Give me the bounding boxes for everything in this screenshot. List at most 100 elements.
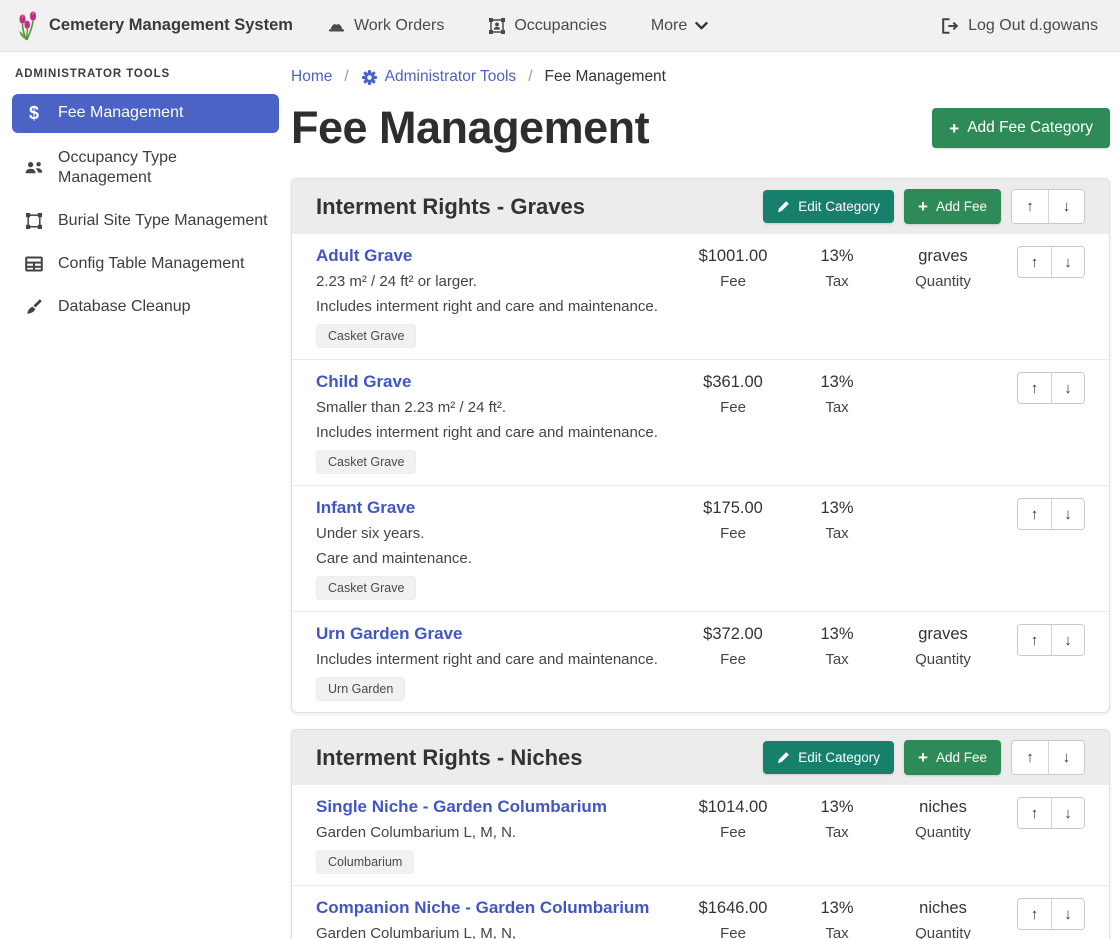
fee-type-badge: Casket Grave — [316, 450, 416, 474]
move-down-button[interactable]: ↓ — [1048, 190, 1084, 223]
page-title: Fee Management — [291, 102, 649, 154]
breadcrumb: Home / Administrator Tool — [291, 68, 1110, 86]
move-up-button[interactable]: ↑ — [1018, 899, 1051, 929]
move-up-button[interactable]: ↑ — [1018, 499, 1051, 529]
fee-tax-col: 13%Tax — [787, 498, 887, 542]
fee-reorder-group: ↑ ↓ — [1017, 498, 1085, 530]
logout-label: Log Out d.gowans — [968, 17, 1098, 35]
fee-amount-col: $1014.00Fee — [679, 797, 787, 841]
nav-occupancies[interactable]: Occupancies — [488, 17, 607, 35]
top-navbar: Cemetery Management System Work Orders O… — [0, 0, 1120, 52]
move-down-button[interactable]: ↓ — [1051, 625, 1084, 655]
nav-more-label: More — [651, 17, 687, 35]
pencil-icon — [777, 751, 790, 764]
move-up-button[interactable]: ↑ — [1018, 625, 1051, 655]
broom-icon — [25, 298, 43, 316]
fee-name-link[interactable]: Child Grave — [316, 372, 411, 392]
sidebar-item-label: Occupancy Type Management — [58, 148, 269, 188]
category-title: Interment Rights - Graves — [316, 194, 585, 220]
move-down-button[interactable]: ↓ — [1051, 373, 1084, 403]
fee-name-link[interactable]: Single Niche - Garden Columbarium — [316, 797, 607, 817]
logout-icon — [940, 17, 959, 35]
move-up-button[interactable]: ↑ — [1018, 798, 1051, 828]
fee-reorder-group: ↑ ↓ — [1017, 898, 1085, 930]
fee-type-badge: Urn Garden — [316, 677, 405, 701]
fee-tax-col: 13%Tax — [787, 624, 887, 668]
fee-description: Includes interment right and care and ma… — [316, 650, 679, 669]
fee-category-card-graves: Interment Rights - Graves Edit Category … — [291, 178, 1110, 713]
fee-amount-col: $361.00Fee — [679, 372, 787, 416]
fee-name-link[interactable]: Adult Grave — [316, 246, 412, 266]
sidebar-item-burial-site-type[interactable]: Burial Site Type Management — [12, 203, 279, 239]
dollar-icon: $ — [29, 102, 39, 125]
app-title: Cemetery Management System — [49, 16, 293, 35]
add-fee-button[interactable]: + Add Fee — [904, 189, 1001, 224]
breadcrumb-admin-label: Administrator Tools — [385, 68, 517, 86]
fee-row-child-grave: Child Grave Smaller than 2.23 m² / 24 ft… — [292, 359, 1109, 485]
sidebar-item-label: Database Cleanup — [58, 297, 269, 317]
move-up-button[interactable]: ↑ — [1012, 741, 1048, 774]
nav-more-dropdown[interactable]: More — [651, 17, 708, 35]
breadcrumb-home-link[interactable]: Home — [291, 68, 332, 86]
move-down-button[interactable]: ↓ — [1051, 798, 1084, 828]
nav-work-orders-label: Work Orders — [354, 17, 444, 35]
move-up-button[interactable]: ↑ — [1018, 373, 1051, 403]
gear-icon — [361, 69, 378, 86]
fee-description: Includes interment right and care and ma… — [316, 423, 679, 442]
add-fee-category-button[interactable]: + Add Fee Category — [932, 108, 1110, 148]
move-down-button[interactable]: ↓ — [1048, 741, 1084, 774]
sidebar-item-config-table[interactable]: Config Table Management — [12, 246, 279, 282]
plus-icon: + — [918, 198, 928, 215]
main-content: Home / Administrator Tool — [291, 52, 1120, 939]
sidebar-heading: ADMINISTRATOR TOOLS — [15, 68, 277, 80]
fee-amount-col: $372.00Fee — [679, 624, 787, 668]
fee-type-badge: Columbarium — [316, 850, 414, 874]
fee-tax-col: 13%Tax — [787, 246, 887, 290]
fee-name-link[interactable]: Infant Grave — [316, 498, 415, 518]
fee-quantity-col: gravesQuantity — [887, 246, 999, 290]
fee-reorder-group: ↑ ↓ — [1017, 797, 1085, 829]
move-down-button[interactable]: ↓ — [1051, 247, 1084, 277]
move-up-button[interactable]: ↑ — [1018, 247, 1051, 277]
add-fee-button[interactable]: + Add Fee — [904, 740, 1001, 775]
fee-row-single-niche: Single Niche - Garden Columbarium Garden… — [292, 785, 1109, 885]
move-down-button[interactable]: ↓ — [1051, 899, 1084, 929]
vector-square-icon — [25, 212, 43, 230]
logout-button[interactable]: Log Out d.gowans — [940, 17, 1098, 35]
nav-occupancies-label: Occupancies — [514, 17, 607, 35]
sidebar-item-fee-management[interactable]: $ Fee Management — [12, 94, 279, 133]
people-icon — [24, 160, 44, 176]
table-icon — [25, 256, 43, 272]
admin-tools-sidebar: ADMINISTRATOR TOOLS $ Fee Management Occ… — [0, 52, 291, 332]
breadcrumb-admin-tools-link[interactable]: Administrator Tools — [361, 68, 517, 86]
fee-reorder-group: ↑ ↓ — [1017, 624, 1085, 656]
fee-tax-col: 13%Tax — [787, 372, 887, 416]
category-reorder-group: ↑ ↓ — [1011, 189, 1085, 224]
fee-reorder-group: ↑ ↓ — [1017, 246, 1085, 278]
fee-description: Care and maintenance. — [316, 549, 679, 568]
fee-category-card-niches: Interment Rights - Niches Edit Category … — [291, 729, 1110, 939]
chevron-down-icon — [695, 21, 708, 31]
fee-quantity-col: nichesQuantity — [887, 797, 999, 841]
sidebar-item-database-cleanup[interactable]: Database Cleanup — [12, 289, 279, 325]
hard-hat-icon — [327, 17, 346, 35]
sidebar-item-label: Config Table Management — [58, 254, 269, 274]
sidebar-item-label: Fee Management — [58, 103, 269, 123]
sidebar-item-occupancy-type[interactable]: Occupancy Type Management — [12, 140, 279, 196]
move-down-button[interactable]: ↓ — [1051, 499, 1084, 529]
fee-row-infant-grave: Infant Grave Under six years. Care and m… — [292, 485, 1109, 611]
edit-category-button[interactable]: Edit Category — [763, 741, 894, 774]
category-header: Interment Rights - Niches Edit Category … — [292, 730, 1109, 785]
fee-reorder-group: ↑ ↓ — [1017, 372, 1085, 404]
fee-description: Includes interment right and care and ma… — [316, 297, 679, 316]
breadcrumb-current: Fee Management — [545, 68, 667, 86]
fee-name-link[interactable]: Companion Niche - Garden Columbarium — [316, 898, 649, 918]
category-reorder-group: ↑ ↓ — [1011, 740, 1085, 775]
fee-row-urn-garden-grave: Urn Garden Grave Includes interment righ… — [292, 611, 1109, 712]
nav-work-orders[interactable]: Work Orders — [327, 17, 444, 35]
edit-category-button[interactable]: Edit Category — [763, 190, 894, 223]
fee-description: Smaller than 2.23 m² / 24 ft². — [316, 398, 679, 417]
fee-name-link[interactable]: Urn Garden Grave — [316, 624, 462, 644]
move-up-button[interactable]: ↑ — [1012, 190, 1048, 223]
fee-amount-col: $175.00Fee — [679, 498, 787, 542]
